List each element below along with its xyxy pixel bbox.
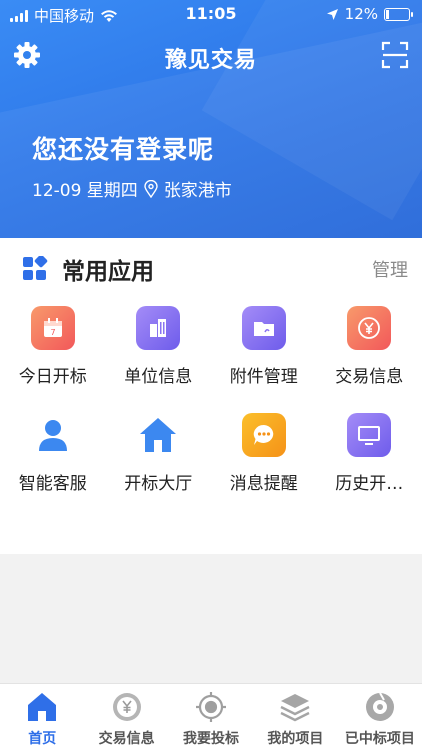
message-icon bbox=[241, 413, 286, 457]
app-label: 开标大厅 bbox=[124, 474, 193, 494]
tab-label: 我的项目 bbox=[267, 731, 324, 747]
tab-label: 我要投标 bbox=[183, 731, 240, 747]
layers-icon bbox=[280, 694, 310, 722]
app-attachment-manage[interactable]: 附件管理 bbox=[211, 306, 317, 387]
app-trade-info[interactable]: 交易信息 bbox=[317, 306, 422, 387]
tab-label: 已中标项目 bbox=[344, 731, 415, 747]
svg-text:7: 7 bbox=[50, 328, 55, 337]
location-pin-icon bbox=[144, 179, 158, 198]
calendar-icon: 7 bbox=[30, 306, 75, 350]
tab-my-projects[interactable]: 我的项目 bbox=[253, 684, 337, 750]
app-label: 消息提醒 bbox=[229, 474, 298, 494]
app-label: 附件管理 bbox=[229, 367, 298, 387]
tab-bid[interactable]: 我要投标 bbox=[169, 684, 253, 750]
tab-home[interactable]: 首页 bbox=[0, 684, 84, 750]
apps-grid-icon bbox=[23, 256, 48, 280]
building-icon bbox=[136, 306, 181, 350]
common-apps-panel: 常用应用 管理 7 今日开标 单位信息 附件管理 交易信息 智能客服 开标大厅 … bbox=[0, 238, 422, 554]
battery-icon bbox=[384, 7, 413, 21]
section-header: 常用应用 bbox=[22, 252, 154, 286]
tab-won-projects[interactable]: 已中标项目 bbox=[338, 684, 422, 750]
scan-icon[interactable] bbox=[380, 40, 410, 70]
person-icon bbox=[31, 413, 75, 457]
tab-label: 首页 bbox=[28, 731, 57, 747]
app-label: 历史开… bbox=[335, 474, 404, 494]
award-icon bbox=[365, 692, 394, 721]
tab-trade-info[interactable]: 交易信息 bbox=[84, 684, 168, 750]
house-icon bbox=[136, 413, 180, 457]
date-label: 12-09 星期四 bbox=[32, 181, 138, 201]
location-label[interactable]: 张家港市 bbox=[164, 176, 232, 201]
manage-link[interactable]: 管理 bbox=[372, 256, 408, 282]
section-title: 常用应用 bbox=[62, 259, 154, 285]
app-label: 交易信息 bbox=[335, 367, 404, 387]
app-bar: 豫见交易 bbox=[0, 36, 422, 76]
target-icon bbox=[196, 692, 227, 722]
location-arrow-icon bbox=[326, 8, 338, 20]
login-prompt[interactable]: 您还没有登录呢 bbox=[32, 130, 214, 166]
app-message-reminder[interactable]: 消息提醒 bbox=[211, 413, 317, 494]
bottom-tab-bar: 首页 交易信息 我要投标 我的项目 已中标项目 bbox=[0, 683, 422, 750]
app-label: 今日开标 bbox=[18, 367, 87, 387]
app-label: 智能客服 bbox=[18, 474, 87, 494]
monitor-icon bbox=[347, 413, 392, 457]
app-history-opening[interactable]: 历史开… bbox=[317, 413, 422, 494]
hero-banner: 中国移动 11:05 12% 豫见交易 您还没有登录呢 12-09 星期四 张家… bbox=[0, 0, 422, 238]
yuan-icon bbox=[347, 306, 392, 350]
tab-label: 交易信息 bbox=[98, 731, 155, 747]
page-title: 豫见交易 bbox=[164, 48, 257, 73]
app-label: 单位信息 bbox=[124, 367, 193, 387]
folder-icon bbox=[241, 306, 286, 350]
app-opening-hall[interactable]: 开标大厅 bbox=[106, 413, 212, 494]
home-icon bbox=[28, 693, 57, 721]
app-today-opening[interactable]: 7 今日开标 bbox=[0, 306, 106, 387]
apps-grid: 7 今日开标 单位信息 附件管理 交易信息 智能客服 开标大厅 消息提醒 历史开… bbox=[0, 306, 422, 494]
status-bar: 中国移动 11:05 12% bbox=[0, 0, 422, 28]
app-smart-service[interactable]: 智能客服 bbox=[0, 413, 106, 494]
app-unit-info[interactable]: 单位信息 bbox=[106, 306, 212, 387]
battery-percent: 12% bbox=[344, 5, 378, 23]
yuan-circle-icon bbox=[112, 693, 141, 721]
date-location: 12-09 星期四 张家港市 bbox=[32, 176, 232, 201]
